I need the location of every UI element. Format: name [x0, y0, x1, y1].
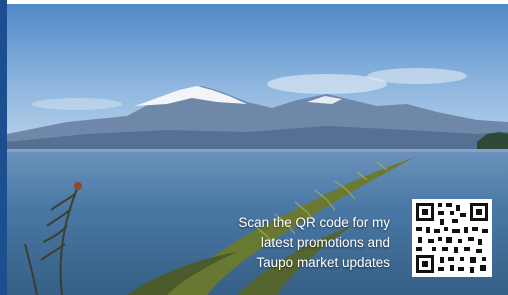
- qr-code-icon[interactable]: [412, 199, 492, 277]
- caption-line-3: Taupo market updates: [256, 255, 390, 270]
- qr-code-graphic: [412, 199, 492, 277]
- caption-line-2: latest promotions and: [260, 235, 390, 250]
- promo-caption: Scan the QR code for my latest promotion…: [238, 213, 390, 273]
- accent-strip: [0, 0, 7, 295]
- caption-line-1: Scan the QR code for my: [238, 215, 390, 230]
- promo-card: Scan the QR code for my latest promotion…: [0, 0, 508, 295]
